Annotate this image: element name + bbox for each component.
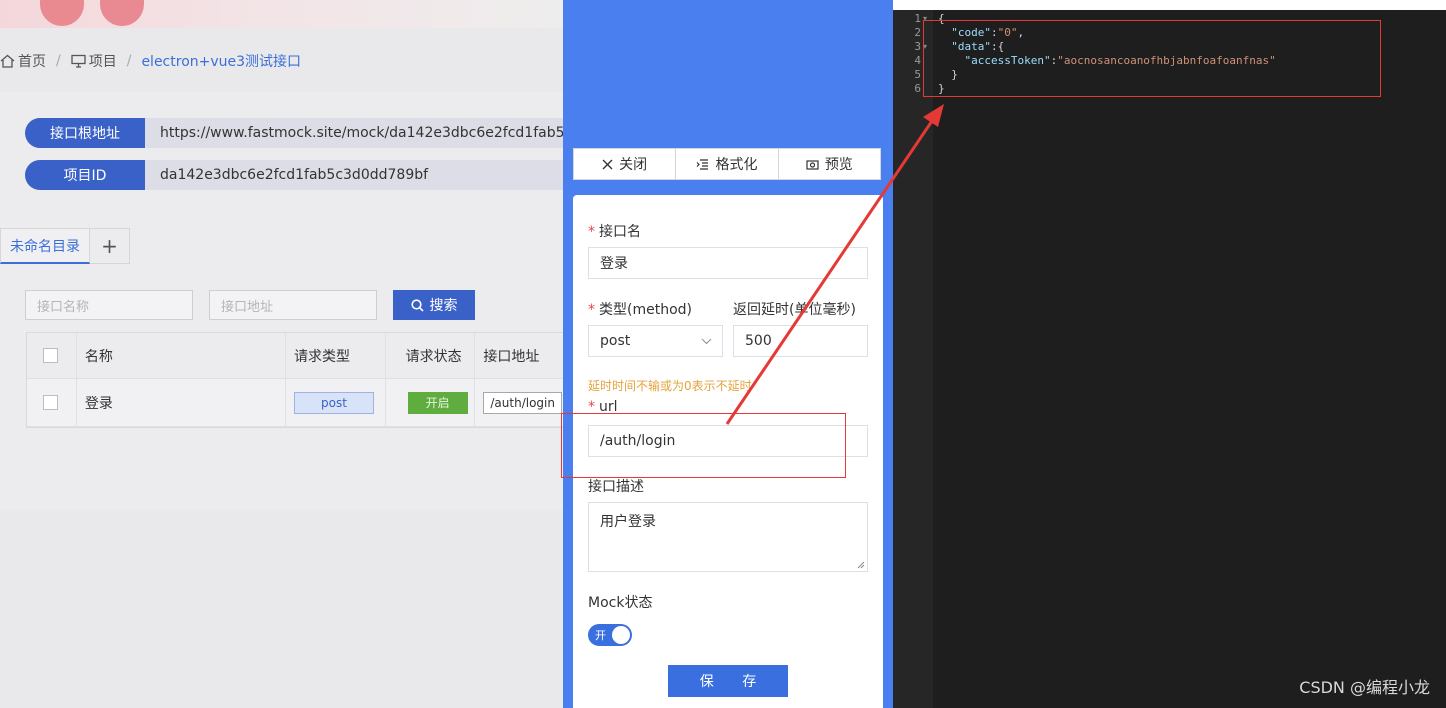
toggle-knob [612,626,630,644]
table-header: 名称 请求类型 请求状态 接口地址 [27,333,579,379]
festive-banner [0,0,580,28]
chevron-down-icon [701,338,712,345]
watermark: CSDN @编程小龙 [1299,678,1430,697]
close-button[interactable]: 关闭 [574,149,677,179]
close-icon [602,159,613,169]
name-label: * 接口名 [588,224,641,240]
editor-top-bar [893,0,1446,10]
fold-icon[interactable]: ▾ [923,14,927,23]
monitor-icon [71,54,86,68]
row-url: /auth/login [483,391,562,414]
mock-status-toggle[interactable]: 开 [588,624,632,646]
api-table: 名称 请求类型 请求状态 接口地址 登录 post 开启 /auth/login [26,332,580,428]
json-editor[interactable] [893,0,1446,708]
search-name-input[interactable]: 接口名称 [25,290,193,320]
api-edit-form: * 接口名 登录 * 类型(method) 返回延时(单位毫秒) post 500 … [573,195,883,708]
project-id-label: 项目ID [25,160,145,190]
lantern-decoration [100,0,144,26]
url-label: * url [588,399,618,415]
line-number: 4 [914,54,921,67]
breadcrumb-project[interactable]: 项目 [71,51,117,71]
breadcrumb-home[interactable]: 首页 [0,51,46,71]
mock-status-label: Mock状态 [588,595,653,611]
method-tag: post [294,391,375,414]
lantern-decoration [40,0,84,26]
search-url-input[interactable]: 接口地址 [209,290,377,320]
camera-icon [806,159,819,170]
tab-unnamed-directory[interactable]: 未命名目录 [0,228,90,264]
table-row[interactable]: 登录 post 开启 /auth/login [27,379,579,427]
row-checkbox[interactable] [43,395,58,410]
indent-icon [697,158,709,170]
project-id-row: 项目ID da142e3dbc6e2fcd1fab5c3d0dd789bf [25,159,585,191]
background-app: 首页 / 项目 / electron+vue3测试接口 接口根地址 https:… [0,0,585,708]
line-number: 3 [914,40,921,53]
code-line: } [951,68,958,81]
base-url-row: 接口根地址 https://www.fastmock.site/mock/da1… [25,117,585,149]
code-line: "accessToken":"aocnosancoanofhbjabnfoafo… [964,54,1276,67]
preview-button[interactable]: 预览 [779,149,880,179]
editor-toolbar: 关闭 格式化 预览 [573,148,881,180]
editor-gutter [893,10,933,708]
row-name: 登录 [77,379,287,426]
resize-handle-icon[interactable] [855,559,865,569]
name-input[interactable]: 登录 [588,247,868,279]
delay-input[interactable]: 500 [733,325,868,357]
delay-label: 返回延时(单位毫秒) [733,302,856,318]
code-line: "code":"0", [951,26,1025,39]
base-url-value: https://www.fastmock.site/mock/da142e3db… [145,118,585,148]
directory-tabs: 未命名目录 + [0,228,130,264]
type-label: * 类型(method) [588,302,692,318]
select-all-checkbox[interactable] [43,348,58,363]
search-icon [410,298,424,312]
code-line: "data":{ [951,40,1005,53]
format-button[interactable]: 格式化 [676,149,779,179]
code-line: } [938,82,945,95]
description-textarea[interactable]: 用户登录 [588,502,868,572]
add-directory-button[interactable]: + [90,228,130,264]
header-name: 名称 [77,333,287,378]
save-button[interactable]: 保 存 [668,665,788,697]
breadcrumb-current: electron+vue3测试接口 [141,54,302,70]
line-number: 6 [914,82,921,95]
project-id-value: da142e3dbc6e2fcd1fab5c3d0dd789bf [145,160,585,190]
fold-icon[interactable]: ▾ [923,42,927,51]
status-tag: 开启 [407,391,468,414]
method-select[interactable]: post [588,325,723,357]
base-url-label: 接口根地址 [25,118,145,148]
line-number: 5 [914,68,921,81]
delay-hint: 延时时间不输或为0表示不延时 [588,379,752,393]
description-label: 接口描述 [588,479,644,495]
breadcrumb: 首页 / 项目 / electron+vue3测试接口 [0,50,301,72]
code-line: { [938,12,945,25]
line-number: 2 [914,26,921,39]
header-status: 请求状态 [386,333,476,378]
url-input[interactable]: /auth/login [588,425,868,457]
header-type: 请求类型 [286,333,386,378]
home-icon [0,54,15,68]
line-number: 1 [914,12,921,25]
search-button[interactable]: 搜索 [393,290,475,320]
